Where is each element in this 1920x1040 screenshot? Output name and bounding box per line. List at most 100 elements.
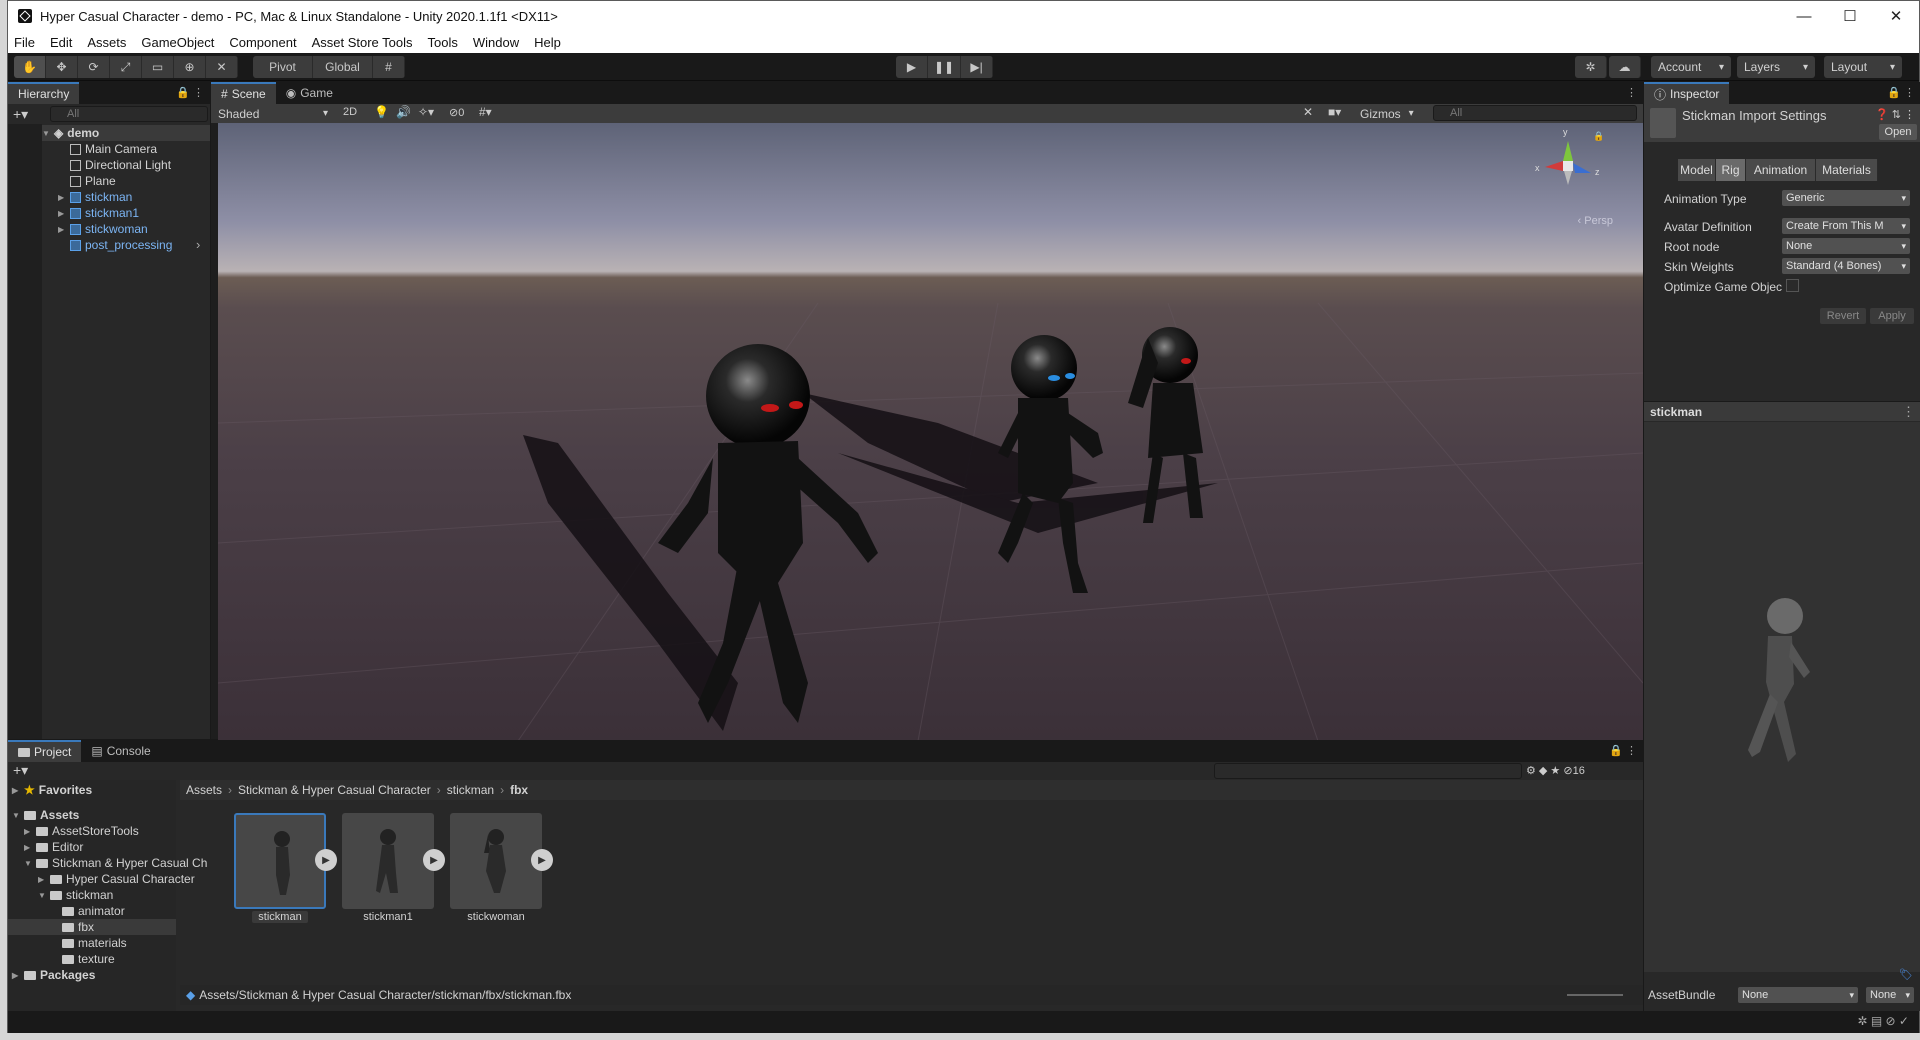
skin-weights-dropdown[interactable]: Standard (4 Bones) bbox=[1782, 258, 1910, 274]
scene-orientation-gizmo[interactable]: y x z 🔒 bbox=[1533, 127, 1604, 193]
asset-thumbnail[interactable] bbox=[234, 813, 326, 909]
revert-button[interactable]: Revert bbox=[1820, 308, 1866, 324]
tree-item[interactable]: animator bbox=[62, 903, 125, 919]
play-icon[interactable]: ▶ bbox=[531, 849, 553, 871]
breadcrumb-item[interactable]: Stickman & Hyper Casual Character bbox=[238, 783, 431, 797]
project-search-input[interactable] bbox=[1214, 763, 1522, 779]
step-icon[interactable]: ▶| bbox=[961, 56, 994, 78]
menu-file[interactable]: File bbox=[14, 35, 35, 50]
grid-icon[interactable]: #▾ bbox=[479, 105, 492, 119]
menu-assets[interactable]: Assets bbox=[87, 35, 126, 50]
animation-type-dropdown[interactable]: Generic bbox=[1782, 190, 1910, 206]
account-dropdown[interactable]: Account bbox=[1651, 56, 1731, 78]
project-add-icon[interactable]: +▾ bbox=[13, 762, 28, 779]
move-tool-icon[interactable]: ✥ bbox=[46, 56, 78, 78]
2d-toggle[interactable]: 2D bbox=[343, 106, 357, 118]
lock-icon[interactable]: 🔒 ⋮ bbox=[176, 86, 204, 99]
tag-icon[interactable]: 🏷 bbox=[1899, 968, 1913, 981]
root-node-dropdown[interactable]: None bbox=[1782, 238, 1910, 254]
menu-tools[interactable]: Tools bbox=[428, 35, 458, 50]
transform-tool-icon[interactable]: ⊕ bbox=[174, 56, 206, 78]
add-icon[interactable]: +▾ bbox=[13, 106, 28, 123]
tree-item[interactable]: ▶ AssetStoreTools bbox=[24, 823, 139, 839]
menu-gameobject[interactable]: GameObject bbox=[141, 35, 214, 50]
tab-animation[interactable]: Animation bbox=[1746, 159, 1816, 181]
tools-icon[interactable]: ✕ bbox=[1303, 105, 1313, 119]
breadcrumb-item[interactable]: fbx bbox=[510, 783, 528, 797]
tab-rig[interactable]: Rig bbox=[1716, 159, 1746, 181]
tab-console[interactable]: ▤ Console bbox=[81, 740, 160, 762]
lighting-icon[interactable]: 💡 bbox=[374, 105, 389, 119]
tab-model[interactable]: Model bbox=[1678, 159, 1716, 181]
custom-tool-icon[interactable]: ✕ bbox=[206, 56, 238, 78]
pivot-toggle[interactable]: Pivot bbox=[253, 56, 313, 78]
close-button[interactable]: ✕ bbox=[1873, 1, 1919, 31]
tab-project[interactable]: Project bbox=[8, 740, 82, 762]
play-icon[interactable]: ▶ bbox=[423, 849, 445, 871]
rotate-tool-icon[interactable]: ⟳ bbox=[78, 56, 110, 78]
gizmos-dropdown[interactable]: Gizmos bbox=[1353, 104, 1419, 123]
open-button[interactable]: Open bbox=[1879, 124, 1917, 140]
maximize-button[interactable]: ☐ bbox=[1827, 1, 1873, 31]
asset-thumbnail[interactable] bbox=[342, 813, 434, 909]
tree-item[interactable]: ▶ Hyper Casual Character bbox=[38, 871, 195, 887]
tab-hierarchy[interactable]: Hierarchy bbox=[8, 82, 80, 104]
global-toggle[interactable]: Global bbox=[313, 56, 373, 78]
apply-button[interactable]: Apply bbox=[1870, 308, 1914, 324]
effects-icon[interactable]: ✧▾ bbox=[418, 105, 434, 119]
menu-component[interactable]: Component bbox=[229, 35, 296, 50]
hierarchy-item[interactable]: ▶ stickman1 bbox=[58, 205, 139, 221]
tree-item[interactable]: ▼ Stickman & Hyper Casual Ch bbox=[24, 855, 207, 871]
rect-tool-icon[interactable]: ▭ bbox=[142, 56, 174, 78]
scale-tool-icon[interactable]: ⤢ bbox=[110, 56, 142, 78]
tab-game[interactable]: ◉ Game bbox=[276, 82, 343, 104]
tree-item[interactable]: materials bbox=[62, 935, 127, 951]
menu-edit[interactable]: Edit bbox=[50, 35, 72, 50]
hierarchy-search-input[interactable]: All bbox=[50, 106, 208, 122]
hidden-objects-icon[interactable]: ⊘0 bbox=[449, 106, 464, 119]
zoom-slider[interactable] bbox=[1567, 994, 1623, 996]
layers-dropdown[interactable]: Layers bbox=[1737, 56, 1815, 78]
chevron-right-icon[interactable]: › bbox=[196, 237, 200, 252]
status-icons[interactable]: ✲ ▤ ⊘ ✓ bbox=[1857, 1014, 1909, 1028]
tree-item[interactable]: ▼ stickman bbox=[38, 887, 113, 903]
collab-icon[interactable]: ✲ bbox=[1575, 56, 1607, 78]
preview-viewport[interactable] bbox=[1644, 422, 1920, 972]
layout-dropdown[interactable]: Layout bbox=[1824, 56, 1902, 78]
breadcrumb-item[interactable]: stickman bbox=[447, 783, 494, 797]
pause-icon[interactable]: ❚❚ bbox=[928, 56, 962, 78]
play-icon[interactable]: ▶ bbox=[896, 56, 928, 78]
hierarchy-item[interactable]: Main Camera bbox=[70, 141, 157, 157]
assetbundle-dropdown[interactable]: None bbox=[1738, 987, 1858, 1003]
assets-row[interactable]: ▼ Assets bbox=[12, 807, 79, 823]
tab-materials[interactable]: Materials bbox=[1816, 159, 1878, 181]
audio-icon[interactable]: 🔊 bbox=[396, 105, 411, 119]
hand-tool-icon[interactable]: ✋ bbox=[14, 56, 46, 78]
hierarchy-item[interactable]: post_processing bbox=[70, 237, 172, 253]
scene-row[interactable]: ▼ ◈ demo bbox=[42, 125, 210, 141]
camera-icon[interactable]: ■▾ bbox=[1328, 105, 1341, 119]
breadcrumb-item[interactable]: Assets bbox=[186, 783, 222, 797]
hierarchy-item[interactable]: Plane bbox=[70, 173, 116, 189]
project-lock-icon[interactable]: 🔒 ⋮ bbox=[1609, 744, 1637, 757]
menu-window[interactable]: Window bbox=[473, 35, 519, 50]
menu-help[interactable]: Help bbox=[534, 35, 561, 50]
packages-row[interactable]: ▶ Packages bbox=[12, 967, 95, 983]
menu-asset-store-tools[interactable]: Asset Store Tools bbox=[312, 35, 413, 50]
favorites-row[interactable]: ▶ ★ Favorites bbox=[12, 782, 92, 798]
tab-inspector[interactable]: ⓘ Inspector bbox=[1644, 82, 1730, 104]
persp-label[interactable]: ‹ Persp bbox=[1578, 215, 1613, 227]
assetbundle-variant-dropdown[interactable]: None bbox=[1866, 987, 1914, 1003]
scene-viewport[interactable]: y x z 🔒 ‹ Persp bbox=[218, 123, 1643, 741]
tab-scene[interactable]: # Scene bbox=[211, 82, 276, 104]
shading-dropdown[interactable]: Shaded bbox=[211, 104, 335, 123]
inspector-lock-icon[interactable]: 🔒 ⋮ bbox=[1887, 86, 1915, 99]
asset-thumbnail[interactable] bbox=[450, 813, 542, 909]
snap-grid-icon[interactable]: # bbox=[373, 56, 405, 78]
more-icon[interactable]: ⋮ bbox=[1626, 86, 1637, 99]
minimize-button[interactable]: — bbox=[1781, 1, 1827, 31]
hierarchy-item[interactable]: ▶ stickwoman bbox=[58, 221, 148, 237]
cloud-icon[interactable]: ☁ bbox=[1609, 56, 1641, 78]
avatar-definition-dropdown[interactable]: Create From This M bbox=[1782, 218, 1910, 234]
tree-item[interactable]: ▶ Editor bbox=[24, 839, 83, 855]
